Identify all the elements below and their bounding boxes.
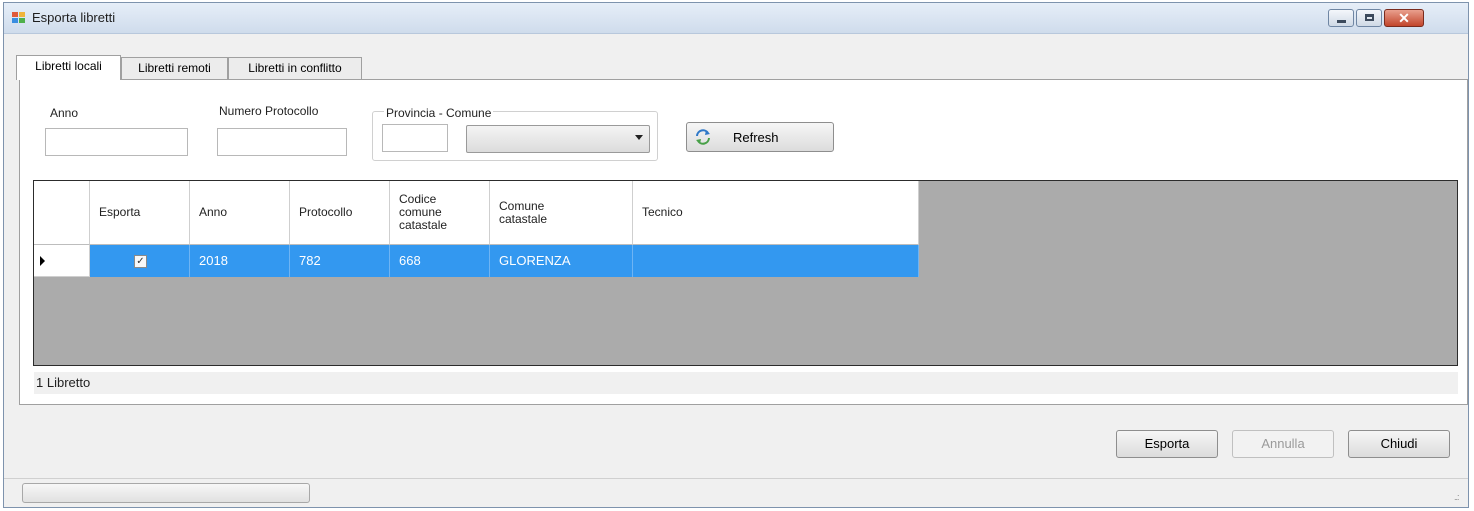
- protocollo-input[interactable]: [217, 128, 347, 156]
- close-icon: ✕: [1398, 10, 1410, 26]
- protocollo-label: Numero Protocollo: [219, 104, 319, 118]
- annulla-button[interactable]: Annulla: [1232, 430, 1334, 458]
- tab-libretti-locali[interactable]: Libretti locali: [16, 55, 121, 80]
- current-row-icon: [40, 256, 45, 266]
- app-icon: [12, 12, 26, 24]
- cell-anno[interactable]: 2018: [190, 245, 290, 277]
- refresh-label: Refresh: [733, 130, 779, 145]
- cell-tecnico[interactable]: [633, 245, 919, 277]
- column-header-tecnico[interactable]: Tecnico: [633, 181, 919, 245]
- maximize-button[interactable]: [1356, 9, 1382, 27]
- column-header-protocollo[interactable]: Protocollo: [290, 181, 390, 245]
- row-header[interactable]: [34, 245, 90, 277]
- title-bar[interactable]: Esporta libretti ✕: [4, 3, 1468, 34]
- cell-esporta[interactable]: ✓: [90, 245, 190, 277]
- libretti-grid[interactable]: Esporta Anno Protocollo Codice comune ca…: [33, 180, 1458, 366]
- grid-corner-header: [34, 181, 90, 245]
- close-button[interactable]: ✕: [1384, 9, 1424, 27]
- cell-protocollo[interactable]: 782: [290, 245, 390, 277]
- provincia-comune-label: Provincia - Comune: [384, 106, 494, 120]
- cell-codice[interactable]: 668: [390, 245, 490, 277]
- chiudi-button[interactable]: Chiudi: [1348, 430, 1450, 458]
- anno-label: Anno: [50, 106, 79, 120]
- minimize-icon: [1337, 20, 1346, 23]
- column-header-comune[interactable]: Comune catastale: [490, 181, 633, 245]
- refresh-icon: [696, 129, 710, 145]
- column-header-codice[interactable]: Codice comune catastale: [390, 181, 490, 245]
- anno-input[interactable]: [45, 128, 188, 156]
- tab-libretti-in-conflitto[interactable]: Libretti in conflitto: [228, 57, 362, 79]
- column-header-esporta[interactable]: Esporta: [90, 181, 190, 245]
- record-count: 1 Libretto: [34, 372, 1458, 394]
- tab-libretti-remoti[interactable]: Libretti remoti: [121, 57, 228, 79]
- minimize-button[interactable]: [1328, 9, 1354, 27]
- provincia-input[interactable]: [382, 124, 448, 152]
- window-title: Esporta libretti: [32, 10, 116, 25]
- chevron-down-icon: [635, 135, 643, 140]
- comune-dropdown[interactable]: [466, 125, 650, 153]
- maximize-icon: [1365, 14, 1374, 21]
- esporta-button[interactable]: Esporta: [1116, 430, 1218, 458]
- esporta-checkbox[interactable]: ✓: [134, 255, 147, 268]
- refresh-button[interactable]: Refresh: [686, 122, 834, 152]
- progress-bar: [22, 483, 310, 503]
- resize-grip-icon[interactable]: ..:: [1454, 492, 1459, 502]
- column-header-anno[interactable]: Anno: [190, 181, 290, 245]
- cell-comune[interactable]: GLORENZA: [490, 245, 633, 277]
